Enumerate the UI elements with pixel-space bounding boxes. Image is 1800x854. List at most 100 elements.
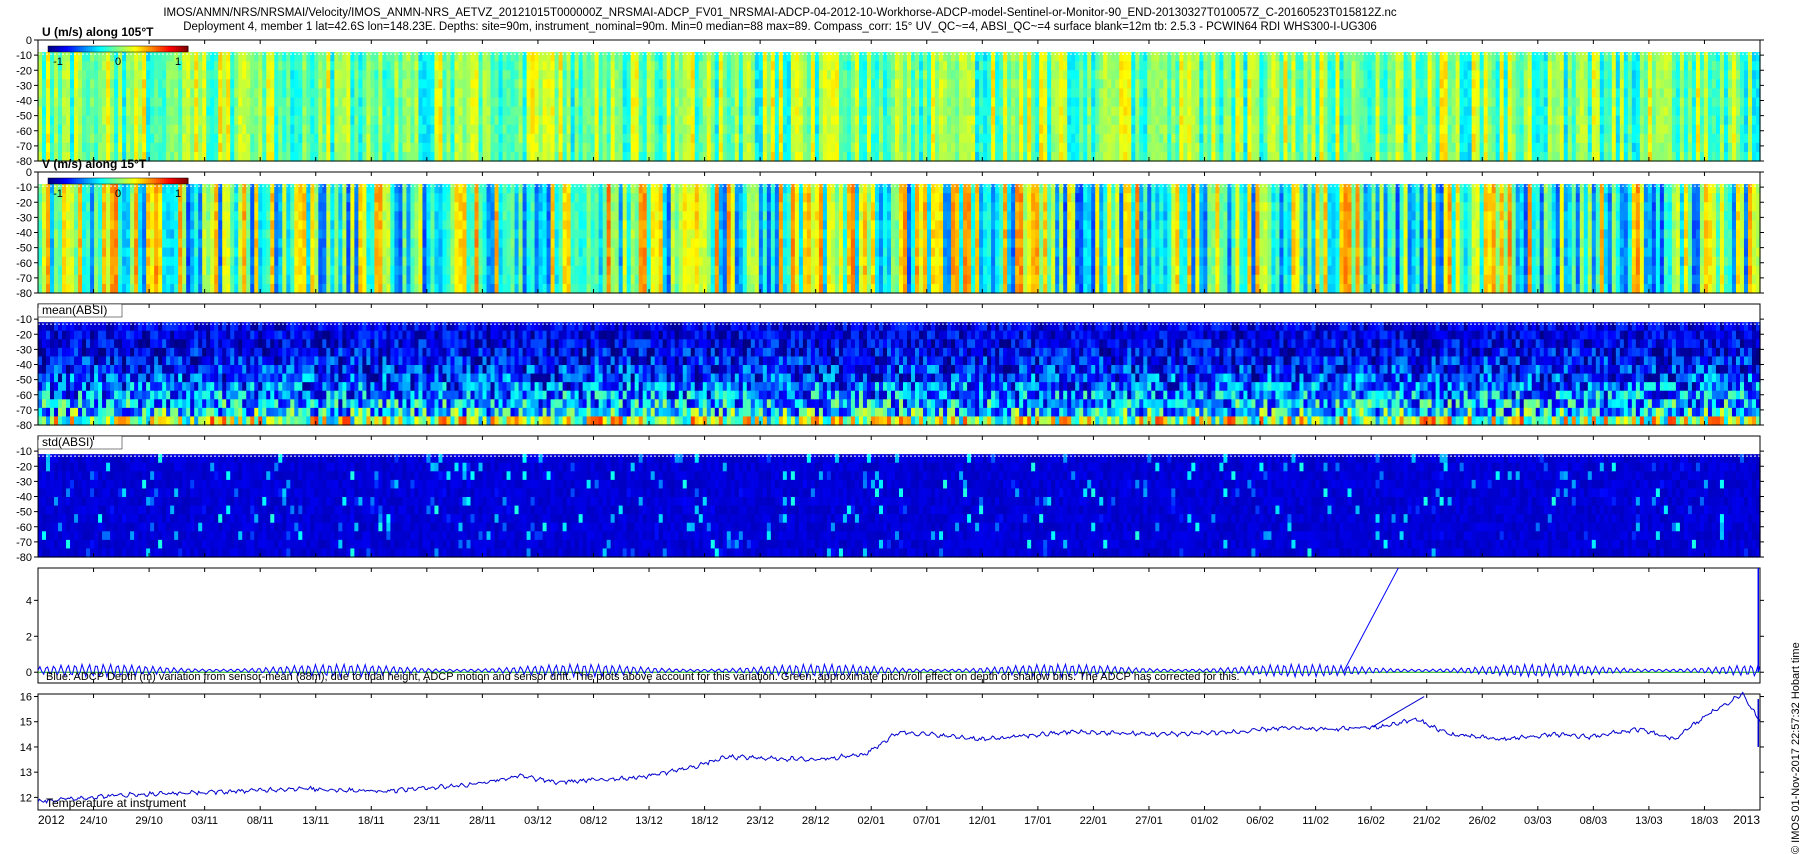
- heatmap-cell: [554, 142, 560, 153]
- heatmap-cell: [394, 61, 400, 71]
- heatmap-cell: [1659, 88, 1665, 99]
- heatmap-cell: [334, 115, 339, 126]
- heatmap-cell: [1055, 142, 1060, 153]
- heatmap-cell: [1007, 133, 1012, 144]
- heatmap-cell: [1379, 88, 1385, 99]
- heatmap-cell: [510, 106, 516, 117]
- heatmap-cell: [102, 70, 107, 80]
- heatmap-cell: [927, 106, 932, 117]
- heatmap-cell: [1651, 106, 1657, 117]
- heatmap-cell: [1131, 79, 1136, 89]
- heatmap-cell: [1699, 70, 1705, 80]
- heatmap-cell: [1671, 151, 1677, 162]
- heatmap-cell: [1139, 133, 1144, 144]
- heatmap-cell: [826, 79, 832, 89]
- heatmap-cell: [750, 142, 756, 153]
- heatmap-cell: [1663, 70, 1669, 80]
- heatmap-cell: [1239, 88, 1244, 99]
- heatmap-cell: [466, 52, 472, 62]
- heatmap-cell: [1347, 79, 1353, 89]
- heatmap-cell: [1523, 97, 1529, 108]
- adcp-figure: 0-10-20-30-40-50-60-70-80U (m/s) along 1…: [16, 25, 1764, 827]
- heatmap-cell: [1079, 79, 1084, 89]
- heatmap-cell: [358, 151, 363, 162]
- heatmap-cell: [714, 115, 720, 126]
- heatmap-cell: [834, 142, 840, 153]
- heatmap-cell: [1095, 142, 1100, 153]
- heatmap-cell: [1647, 97, 1653, 108]
- heatmap-cell: [923, 61, 928, 71]
- heatmap-cell: [598, 88, 604, 99]
- heatmap-cell: [1603, 106, 1609, 117]
- heatmap-cell: [1091, 142, 1096, 153]
- heatmap-cell: [1683, 79, 1689, 89]
- heatmap-cell: [1315, 79, 1321, 89]
- heatmap-cell: [98, 106, 103, 117]
- heatmap-cell: [646, 106, 652, 117]
- heatmap-cell: [903, 115, 908, 126]
- heatmap-cell: [546, 142, 552, 153]
- heatmap-cell: [406, 52, 412, 62]
- heatmap-cell: [1655, 115, 1661, 126]
- heatmap-cell: [46, 79, 51, 89]
- heatmap-cell: [1307, 106, 1313, 117]
- heatmap-cell: [1527, 151, 1533, 162]
- heatmap-cell: [722, 70, 728, 80]
- heatmap-cell: [1199, 70, 1204, 80]
- heatmap-cell: [1599, 106, 1605, 117]
- heatmap-cell: [226, 79, 231, 89]
- heatmap-cell: [1551, 97, 1557, 108]
- heatmap-cell: [730, 106, 736, 117]
- heatmap-cell: [1515, 70, 1521, 80]
- heatmap-cell: [702, 106, 708, 117]
- heatmap-cell: [1335, 79, 1341, 89]
- heatmap-cell: [1455, 133, 1461, 144]
- heatmap-cell: [86, 124, 91, 135]
- heatmap-cell: [1067, 115, 1072, 126]
- heatmap-cell: [238, 106, 243, 117]
- heatmap-cell: [802, 151, 808, 162]
- heatmap-cell: [1383, 151, 1389, 162]
- heatmap-cell: [1459, 115, 1465, 126]
- heatmap-cell: [54, 88, 59, 99]
- heatmap-cell: [1395, 52, 1401, 62]
- heatmap-cell: [42, 142, 47, 153]
- heatmap-cell: [538, 106, 544, 117]
- heatmap-cell: [778, 133, 784, 144]
- heatmap-cell: [1515, 52, 1521, 62]
- heatmap-cell: [1363, 97, 1369, 108]
- heatmap-cell: [498, 106, 504, 117]
- heatmap-cell: [1587, 142, 1593, 153]
- heatmap-cell: [622, 124, 628, 135]
- heatmap-cell: [1003, 97, 1008, 108]
- heatmap-cell: [1203, 61, 1208, 71]
- heatmap-cell: [682, 106, 688, 117]
- heatmap-cell: [778, 52, 784, 62]
- heatmap-cell: [1091, 133, 1096, 144]
- heatmap-cell: [1679, 88, 1685, 99]
- heatmap-cell: [1679, 61, 1685, 71]
- heatmap-cell: [1343, 124, 1349, 135]
- heatmap-cell: [1123, 115, 1128, 126]
- heatmap-cell: [1523, 133, 1529, 144]
- heatmap-cell: [862, 142, 868, 153]
- heatmap-cell: [1531, 61, 1537, 71]
- heatmap-cell: [370, 52, 375, 62]
- heatmap-cell: [790, 106, 796, 117]
- heatmap-cell: [246, 142, 251, 153]
- heatmap-cell: [1663, 115, 1669, 126]
- heatmap-cell: [955, 133, 960, 144]
- heatmap-cell: [1491, 142, 1497, 153]
- heatmap-cell: [1011, 79, 1016, 89]
- heatmap-cell: [919, 106, 924, 117]
- heatmap-cell: [838, 151, 844, 162]
- heatmap-cell: [1199, 133, 1204, 144]
- heatmap-cell: [1375, 106, 1381, 117]
- heatmap-cell: [1003, 79, 1008, 89]
- heatmap-cell: [262, 124, 267, 135]
- heatmap-cell: [554, 88, 560, 99]
- heatmap-cell: [1075, 70, 1080, 80]
- heatmap-cell: [878, 97, 884, 108]
- heatmap-cell: [526, 133, 532, 144]
- heatmap-cell: [1371, 142, 1377, 153]
